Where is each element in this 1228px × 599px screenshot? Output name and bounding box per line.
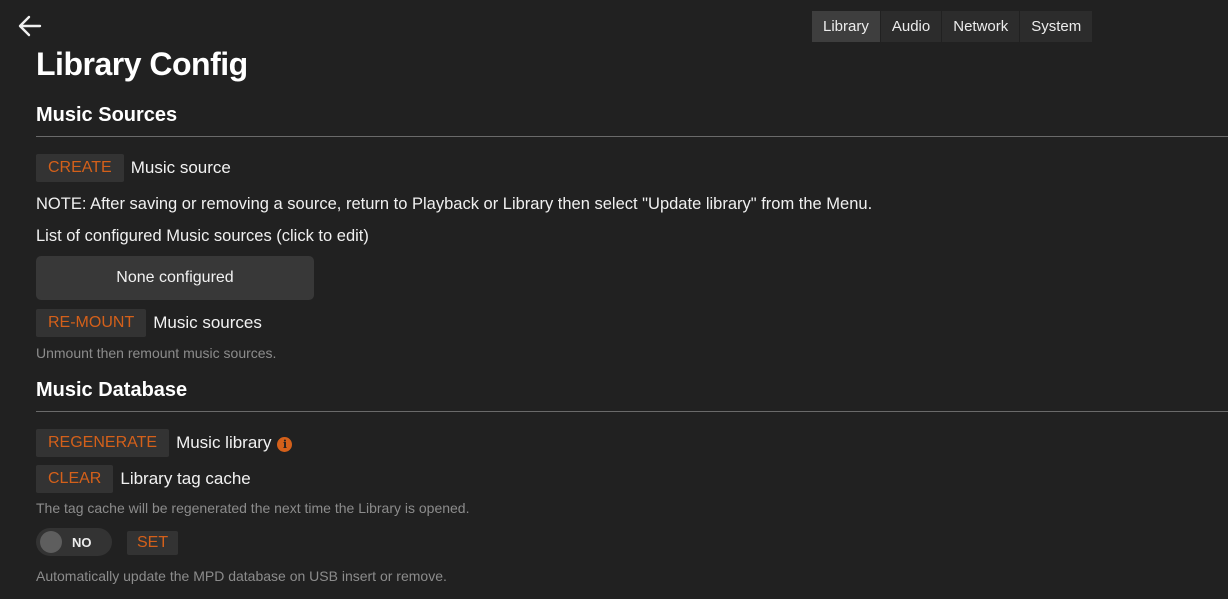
tab-audio[interactable]: Audio	[880, 11, 942, 42]
regenerate-label: Music library	[176, 433, 272, 452]
update-note: NOTE: After saving or removing a source,…	[36, 195, 873, 213]
info-circle-icon[interactable]: i	[277, 437, 293, 452]
remount-row: RE-MOUNT Music sources	[36, 309, 262, 337]
remount-label: Music sources	[153, 313, 262, 332]
auto-update-help: Automatically update the MPD database on…	[36, 568, 447, 584]
section-divider	[36, 136, 1228, 137]
clear-help: The tag cache will be regenerated the ne…	[36, 500, 470, 516]
clear-label: Library tag cache	[120, 469, 251, 488]
toggle-knob	[40, 531, 62, 553]
create-source-row: CREATE Music source	[36, 154, 231, 182]
toggle-state-label: NO	[72, 534, 92, 550]
set-button[interactable]: SET	[127, 531, 179, 555]
remount-help: Unmount then remount music sources.	[36, 345, 277, 361]
regenerate-button[interactable]: REGENERATE	[36, 429, 170, 457]
config-tabs: Library Audio Network System	[812, 11, 1093, 42]
sources-list-none-configured[interactable]: None configured	[36, 256, 314, 300]
clear-cache-row: CLEAR Library tag cache	[36, 465, 251, 493]
back-arrow-icon[interactable]	[17, 13, 43, 39]
tab-library[interactable]: Library	[812, 11, 880, 42]
auto-update-toggle[interactable]: NO	[36, 528, 112, 556]
section-divider	[36, 411, 1228, 412]
tab-system[interactable]: System	[1020, 11, 1093, 42]
remount-button[interactable]: RE-MOUNT	[36, 309, 147, 337]
section-title-music-sources: Music Sources	[36, 104, 178, 126]
regenerate-row: REGENERATE Music library i	[36, 429, 293, 457]
create-button[interactable]: CREATE	[36, 154, 124, 182]
clear-button[interactable]: CLEAR	[36, 465, 114, 493]
create-label: Music source	[130, 158, 231, 177]
tab-network[interactable]: Network	[942, 11, 1020, 42]
section-title-music-database: Music Database	[36, 379, 188, 401]
sources-list-label: List of configured Music sources (click …	[36, 227, 369, 245]
page-title: Library Config	[36, 46, 248, 82]
